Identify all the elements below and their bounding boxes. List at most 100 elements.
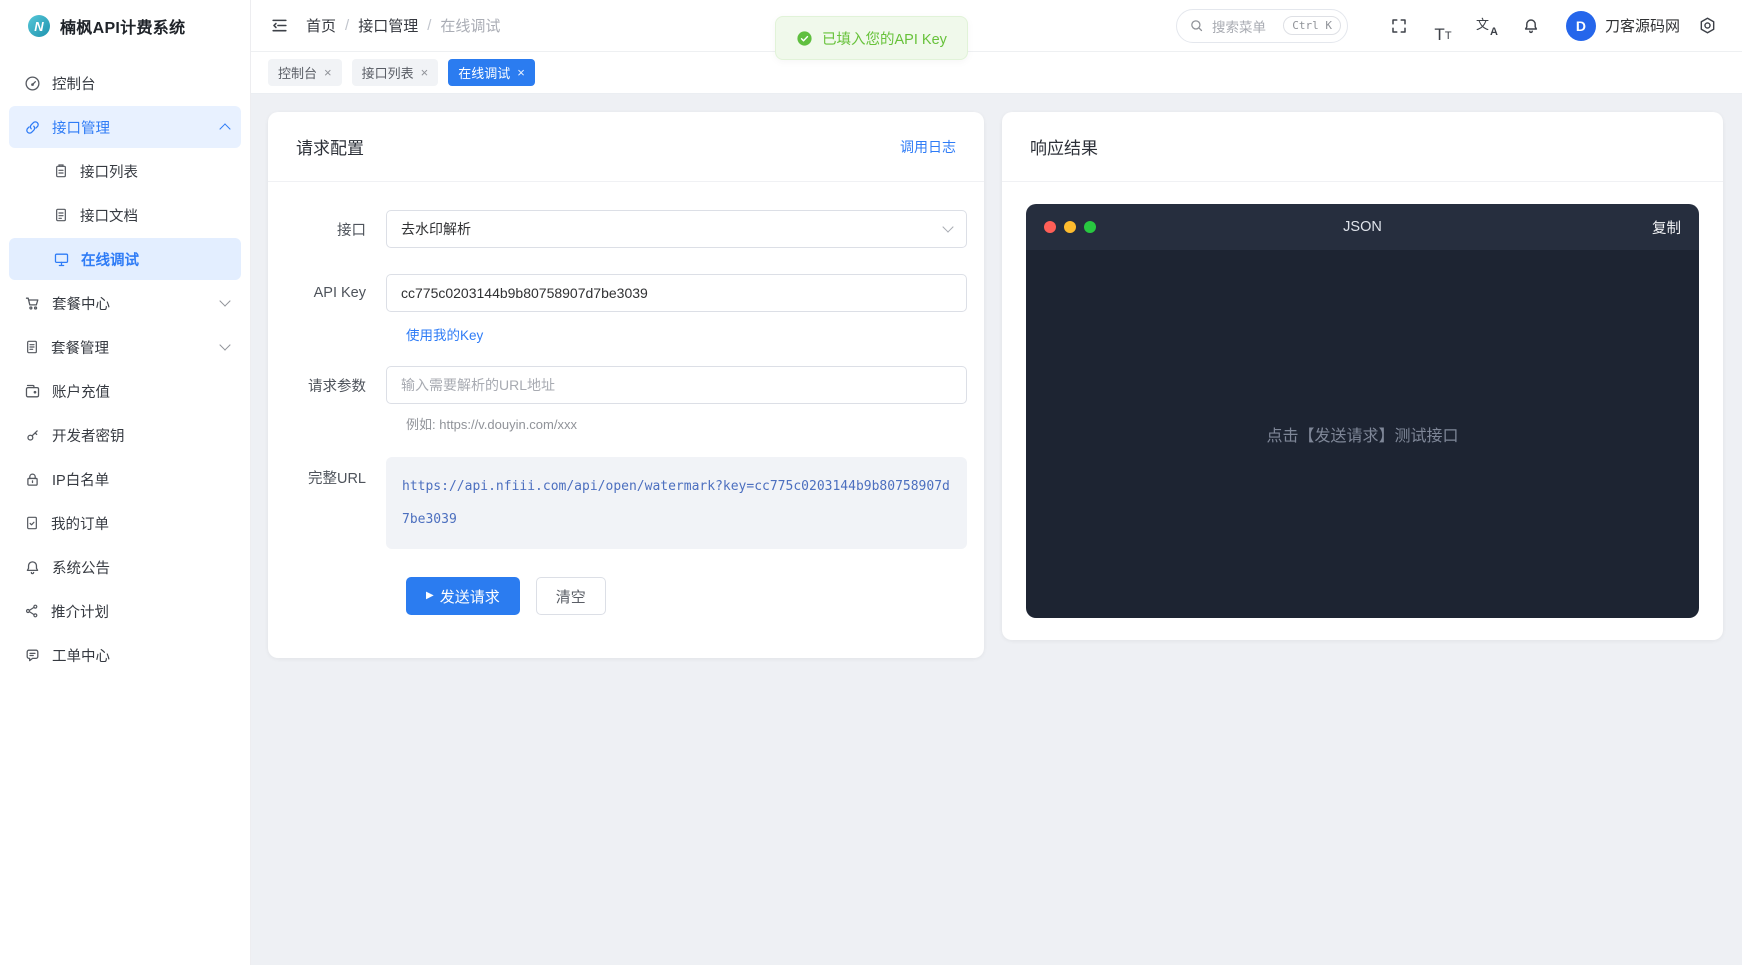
request-config-panel: 请求配置 调用日志 接口 去水印解析 API Key (268, 112, 984, 658)
call-log-link[interactable]: 调用日志 (900, 137, 956, 157)
tab-dashboard[interactable]: 控制台 × (268, 59, 342, 86)
search-input[interactable]: 搜索菜单 Ctrl K (1176, 9, 1348, 43)
api-key-label: API Key (296, 285, 386, 301)
copy-button[interactable]: 复制 (1652, 217, 1681, 238)
sidebar-item-package-center[interactable]: 套餐中心 (9, 282, 241, 324)
sidebar-item-label: 推介计划 (51, 601, 109, 622)
response-result-panel: 响应结果 JSON 复制 点击【发送请求】测试接口 (1002, 112, 1723, 640)
sidebar-item-referral[interactable]: 推介计划 (9, 590, 241, 632)
top-header: 首页 / 接口管理 / 在线调试 搜索菜单 Ctrl K TT 文A (250, 0, 1742, 52)
font-size-button[interactable]: TT (1426, 9, 1460, 43)
sidebar-item-label: 账户充值 (52, 381, 110, 402)
notifications-button[interactable] (1514, 9, 1548, 43)
breadcrumb-separator: / (345, 17, 349, 34)
tab-label: 控制台 (278, 63, 317, 82)
file-list-icon (24, 339, 40, 355)
tab-online-debug[interactable]: 在线调试 × (448, 59, 535, 86)
sidebar-item-label: 在线调试 (81, 249, 139, 270)
breadcrumb-section[interactable]: 接口管理 (358, 15, 418, 36)
sidebar-item-developer-key[interactable]: 开发者密钥 (9, 414, 241, 456)
sidebar-item-my-orders[interactable]: 我的订单 (9, 502, 241, 544)
document-icon (53, 207, 69, 223)
request-params-row: 请求参数 (296, 366, 967, 404)
chevron-down-icon (942, 221, 953, 232)
sidebar-item-account-recharge[interactable]: 账户充值 (9, 370, 241, 412)
settings-gear-button[interactable] (1690, 9, 1724, 43)
tab-strip: 控制台 × 接口列表 × 在线调试 × (250, 52, 1742, 94)
sidebar-item-announcements[interactable]: 系统公告 (9, 546, 241, 588)
use-my-key-link[interactable]: 使用我的Key (406, 324, 483, 344)
full-url-label: 完整URL (296, 457, 386, 488)
full-url-row: 完整URL https://api.nfiii.com/api/open/wat… (296, 457, 967, 549)
sidebar-nav: 控制台 接口管理 接口列表 接口文档 在线调试 套餐中心 套餐管理 (0, 52, 250, 676)
sidebar-item-online-debug[interactable]: 在线调试 (9, 238, 241, 280)
lock-icon (24, 471, 41, 488)
success-toast: 已填入您的API Key (775, 16, 968, 60)
api-select[interactable]: 去水印解析 (386, 210, 967, 248)
close-icon[interactable]: × (421, 66, 429, 79)
close-icon[interactable]: × (517, 66, 525, 79)
panel-title: 响应结果 (1030, 134, 1098, 159)
form-buttons: ▶ 发送请求 清空 (296, 577, 967, 615)
terminal-placeholder-text: 点击【发送请求】测试接口 (1266, 422, 1458, 446)
sidebar-item-dashboard[interactable]: 控制台 (9, 62, 241, 104)
link-icon (24, 119, 41, 136)
fullscreen-button[interactable] (1382, 9, 1416, 43)
close-dot-icon (1044, 221, 1056, 233)
main-area: 首页 / 接口管理 / 在线调试 搜索菜单 Ctrl K TT 文A (250, 0, 1742, 965)
sidebar-item-api-list[interactable]: 接口列表 (9, 150, 241, 192)
sidebar-item-api-management[interactable]: 接口管理 (9, 106, 241, 148)
translate-icon: 文A (1476, 15, 1498, 37)
sidebar: N 楠枫API计费系统 控制台 接口管理 接口列表 接口文档 在线调试 套餐中心 (0, 0, 250, 965)
content-area: 请求配置 调用日志 接口 去水印解析 API Key (250, 94, 1742, 965)
breadcrumb-home[interactable]: 首页 (306, 15, 336, 36)
search-placeholder: 搜索菜单 (1212, 16, 1275, 36)
breadcrumb: 首页 / 接口管理 / 在线调试 (306, 15, 500, 36)
request-params-input[interactable] (386, 366, 967, 404)
app-logo: N 楠枫API计费系统 (0, 0, 250, 52)
sidebar-item-package-management[interactable]: 套餐管理 (9, 326, 241, 368)
order-check-icon (24, 515, 40, 531)
send-request-button[interactable]: ▶ 发送请求 (406, 577, 520, 615)
tab-api-list[interactable]: 接口列表 × (352, 59, 439, 86)
request-form: 接口 去水印解析 API Key 使用 (268, 182, 984, 643)
api-key-row: API Key (296, 274, 967, 312)
bell-icon (24, 559, 41, 576)
send-request-label: 发送请求 (440, 586, 500, 607)
window-traffic-lights (1044, 221, 1096, 233)
user-name[interactable]: 刀客源码网 (1605, 15, 1680, 36)
sidebar-item-label: IP白名单 (52, 469, 109, 490)
sidebar-item-api-docs[interactable]: 接口文档 (9, 194, 241, 236)
request-params-label: 请求参数 (296, 375, 386, 396)
share-icon (24, 603, 40, 619)
wallet-icon (24, 383, 41, 400)
api-select-row: 接口 去水印解析 (296, 210, 967, 248)
api-select-label: 接口 (296, 219, 386, 240)
monitor-icon (53, 251, 70, 268)
chat-icon (24, 647, 41, 664)
sidebar-collapse-button[interactable] (264, 11, 294, 41)
sidebar-item-label: 控制台 (52, 73, 96, 94)
json-terminal: JSON 复制 点击【发送请求】测试接口 (1026, 204, 1699, 618)
clear-button[interactable]: 清空 (536, 577, 606, 615)
close-icon[interactable]: × (324, 66, 332, 79)
play-icon: ▶ (426, 591, 434, 601)
sidebar-item-label: 接口文档 (80, 205, 138, 226)
api-key-input[interactable] (386, 274, 967, 312)
response-panel-header: 响应结果 (1002, 112, 1723, 182)
sidebar-item-label: 套餐中心 (52, 293, 110, 314)
check-circle-icon (796, 30, 813, 47)
maximize-dot-icon (1084, 221, 1096, 233)
request-panel-header: 请求配置 调用日志 (268, 112, 984, 182)
sidebar-item-ticket-center[interactable]: 工单中心 (9, 634, 241, 676)
sidebar-item-label: 接口管理 (52, 117, 110, 138)
search-icon (1189, 18, 1204, 33)
minimize-dot-icon (1064, 221, 1076, 233)
language-button[interactable]: 文A (1470, 9, 1504, 43)
user-avatar[interactable]: D (1566, 11, 1596, 41)
sidebar-item-label: 套餐管理 (51, 337, 109, 358)
sidebar-item-ip-whitelist[interactable]: IP白名单 (9, 458, 241, 500)
use-my-key-row: 使用我的Key (296, 324, 967, 344)
dashboard-icon (24, 75, 41, 92)
font-size-large-glyph: T (1434, 26, 1444, 43)
